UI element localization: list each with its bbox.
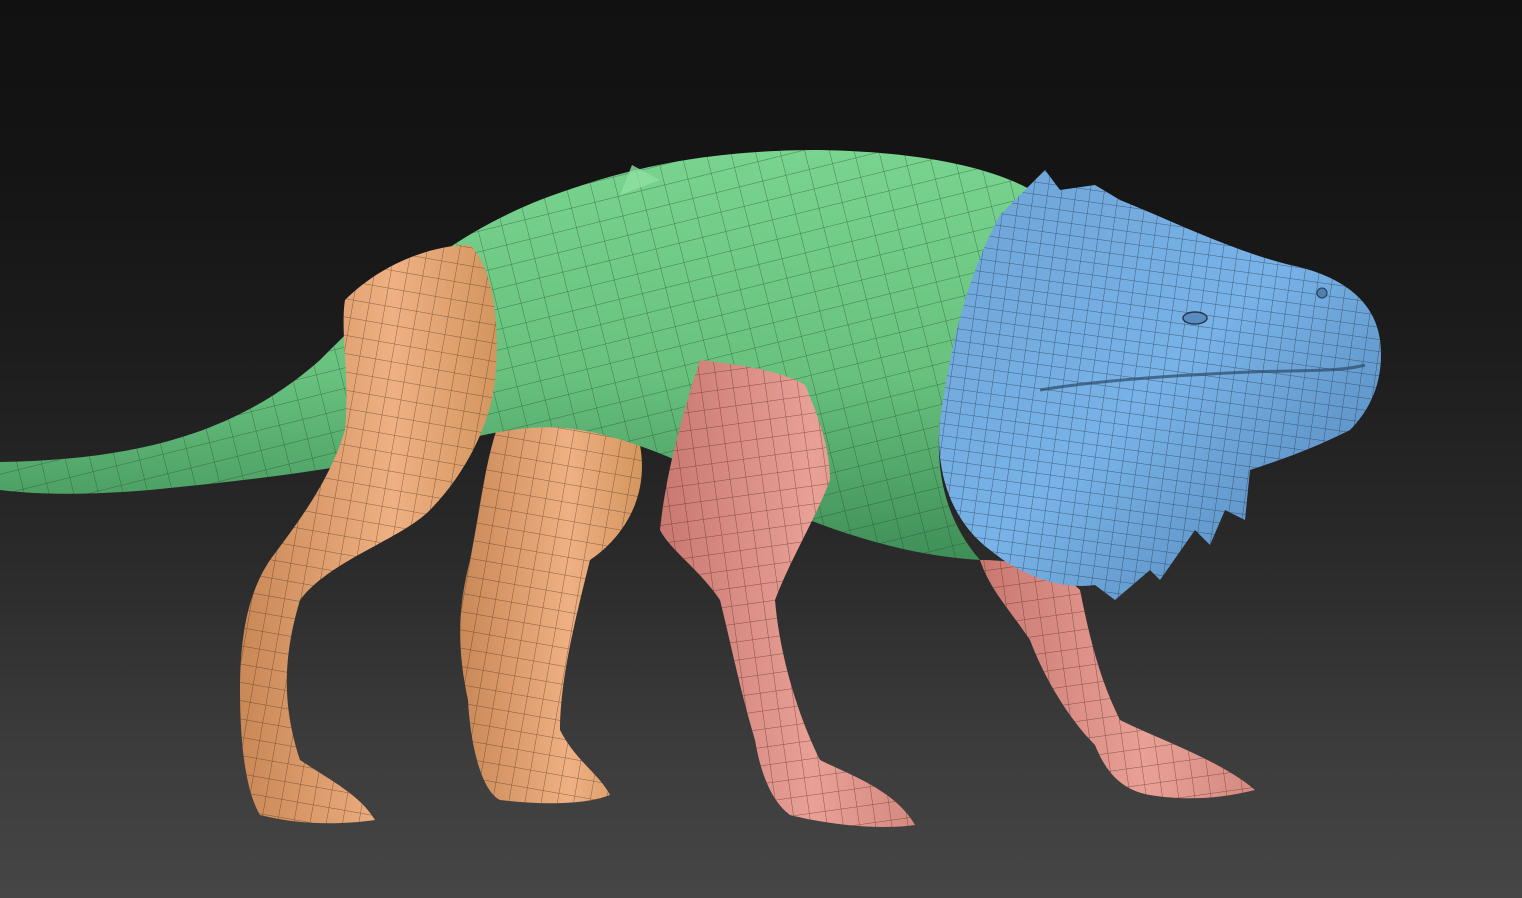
3d-viewport[interactable]	[0, 0, 1522, 898]
creature-model[interactable]	[0, 0, 1522, 898]
eye-icon	[1182, 311, 1208, 325]
near-hind-leg[interactable]	[240, 245, 497, 824]
far-hind-leg[interactable]	[460, 416, 642, 804]
head-polygroup[interactable]	[939, 170, 1381, 600]
nostril	[1316, 287, 1328, 299]
